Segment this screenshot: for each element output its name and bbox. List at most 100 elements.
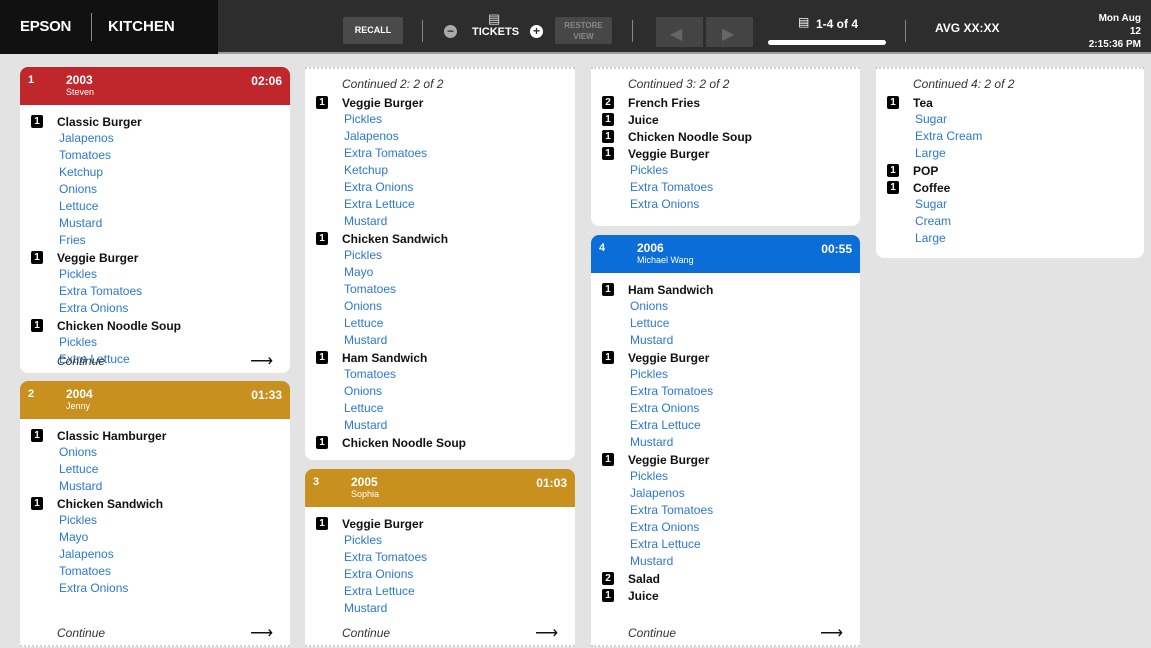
item-modifier: Mustard [59,216,103,230]
ticket-continuation[interactable]: Continued 3: 2 of 2 2 French Fries 1 Juice 1 C… [591,67,860,226]
order-item[interactable]: 1 Veggie Burger [602,349,850,366]
continue-footer[interactable]: Continue ⟶ [305,623,575,645]
ticket-body: 1 Veggie Burger Pickles Extra Tomatoes Extra… [305,507,575,617]
next-page-button[interactable]: ▶ [706,17,753,47]
ticket-position: 4 [599,242,606,254]
recall-button[interactable]: RECALL [343,17,403,44]
item-name: POP [913,163,939,178]
decrease-tickets-icon[interactable]: − [444,25,457,38]
order-item[interactable]: 1 Chicken Sandwich [31,495,280,512]
order-item[interactable]: 1 Ham Sandwich [602,281,850,298]
item-modifier: Large [915,146,946,160]
ticket-body: 1 Classic Hamburger Onions Lettuce Mustard 1 C… [20,419,290,597]
order-item[interactable]: 1 Veggie Burger [316,515,565,532]
quantity-badge: 2 [602,96,614,109]
order-item[interactable]: 1 Veggie Burger [602,451,850,468]
ticket-body: Continued 2: 2 of 2 1 Veggie Burger Pickles… [305,69,575,451]
ticket-continuation[interactable]: Continued 4: 2 of 2 1 Tea Sugar Extra Cream L… [876,67,1144,258]
quantity-badge: 1 [602,283,614,296]
item-modifier: Tomatoes [344,367,397,381]
order-item[interactable]: 2 French Fries [602,94,850,111]
item-modifier: Jalapenos [59,547,114,561]
ticket-continuation[interactable]: Continued 2: 2 of 2 1 Veggie Burger Pickles… [305,67,575,460]
arrow-right-icon[interactable]: ⟶ [820,623,843,643]
order-item[interactable]: 1 Veggie Burger [31,249,280,266]
previous-page-button[interactable]: ◀ [656,17,703,47]
quantity-badge: 1 [316,232,328,245]
item-modifier: Tomatoes [59,148,112,162]
quantity-badge: 1 [31,319,43,332]
arrow-right-icon[interactable]: ⟶ [535,623,558,643]
ticket-card[interactable]: 4 2006 Michael Wang 00:55 1 Ham Sandwich Onion… [591,235,860,647]
order-item[interactable]: 1 Coffee [887,179,1134,196]
item-modifier: Extra Lettuce [630,537,701,551]
item-modifier: Pickles [59,267,98,281]
divider [632,20,633,42]
item-modifier: Fries [59,233,86,247]
order-item[interactable]: 1 Juice [602,587,850,604]
item-modifier: Lettuce [630,316,670,330]
item-name: Coffee [913,180,951,195]
ticket-card[interactable]: 2 2004 Jenny 01:33 1 Classic Hamburger Onions L… [20,381,290,647]
item-modifier: Large [915,231,946,245]
order-item[interactable]: 2 Salad [602,570,850,587]
ticket-header[interactable]: 3 2005 Sophia 01:03 [305,469,575,507]
order-item[interactable]: 1 POP [887,162,1134,179]
item-name: Veggie Burger [628,350,710,365]
continue-label: Continue [628,626,677,640]
item-modifier: Mustard [344,418,388,432]
item-modifier: Extra Onions [630,401,700,415]
ticket-card[interactable]: 1 2003 Steven 02:06 1 Classic Burger Jalapenos… [20,67,290,373]
item-modifier: Extra Tomatoes [59,284,143,298]
ticket-body: 1 Ham Sandwich Onions Lettuce Mustard 1 Veggie… [591,273,860,604]
order-item[interactable]: 1 Chicken Sandwich [316,230,565,247]
order-item[interactable]: 1 Ham Sandwich [316,349,565,366]
elapsed-time: 02:06 [251,74,282,88]
ticket-header[interactable]: 1 2003 Steven 02:06 [20,67,290,105]
item-name: Ham Sandwich [628,282,714,297]
arrow-right-icon[interactable]: ⟶ [250,623,273,643]
item-name: Veggie Burger [628,146,710,161]
order-item[interactable]: 1 Veggie Burger [602,145,850,162]
order-item[interactable]: 1 Juice [602,111,850,128]
increase-tickets-icon[interactable]: + [530,25,543,38]
item-modifier: Mustard [630,333,674,347]
continue-footer[interactable]: Continue ⟶ [591,623,860,645]
quantity-badge: 1 [887,96,899,109]
item-modifier: Ketchup [59,165,104,179]
item-modifier: Tomatoes [59,564,112,578]
ticket-header[interactable]: 2 2004 Jenny 01:33 [20,381,290,419]
ticket-header[interactable]: 4 2006 Michael Wang 00:55 [591,235,860,273]
item-name: Juice [628,588,659,603]
continue-footer[interactable]: Continue ⟶ [20,623,290,645]
item-modifier: Pickles [59,513,98,527]
restore-view-button[interactable]: RESTORE VIEW [555,17,612,44]
order-item[interactable]: 1 Chicken Noodle Soup [602,128,850,145]
order-item[interactable]: 1 Veggie Burger [316,94,565,111]
ticket-number: 2003 [66,73,93,87]
ticket-card[interactable]: 3 2005 Sophia 01:03 1 Veggie Burger Pickles Ext… [305,469,575,647]
item-modifier: Extra Lettuce [344,584,415,598]
arrow-right-icon[interactable]: ⟶ [250,351,273,371]
item-modifier: Jalapenos [344,129,399,143]
order-item[interactable]: 1 Classic Hamburger [31,427,280,444]
item-name: Veggie Burger [57,250,139,265]
item-modifier: Extra Tomatoes [630,503,714,517]
item-modifier: Extra Tomatoes [630,384,714,398]
item-modifier: Sugar [915,112,948,126]
item-modifier: Onions [59,182,98,196]
order-item[interactable]: 1 Classic Burger [31,113,280,130]
average-time: AVG XX:XX [935,21,1000,35]
continue-footer[interactable]: Continue ⟶ [20,351,290,373]
order-item[interactable]: 1 Chicken Noodle Soup [31,317,280,334]
item-name: Veggie Burger [342,516,424,531]
page-icon: ▤ [798,15,810,29]
item-modifier: Mustard [59,479,103,493]
server-name: Jenny [66,401,91,411]
divider [905,20,906,42]
time: 2:15:36 PM [1088,39,1141,50]
order-item[interactable]: 1 Chicken Noodle Soup [316,434,565,451]
elapsed-time: 00:55 [821,242,852,256]
order-item[interactable]: 1 Tea [887,94,1134,111]
item-modifier: Onions [344,299,383,313]
